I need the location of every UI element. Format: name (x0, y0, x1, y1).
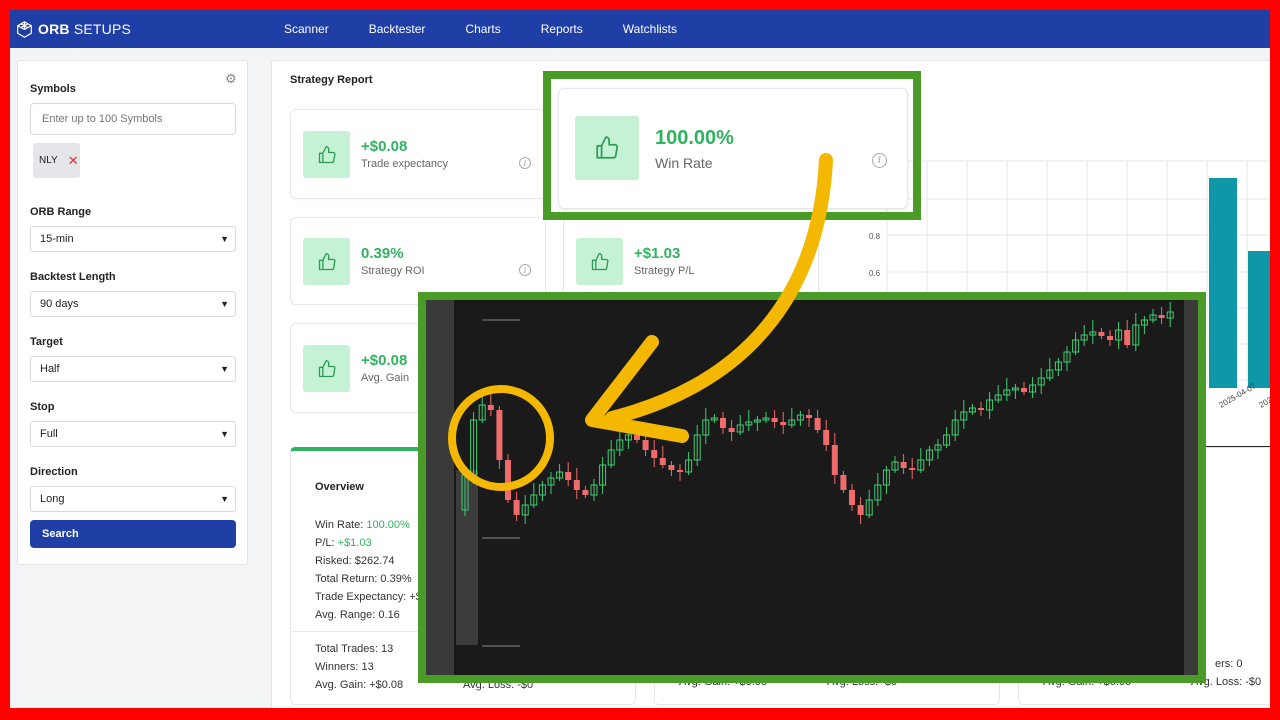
arrow-head-icon (585, 335, 689, 443)
annotation-layer (448, 153, 833, 491)
curved-arrow (605, 153, 833, 425)
highlight-circle (448, 385, 554, 491)
